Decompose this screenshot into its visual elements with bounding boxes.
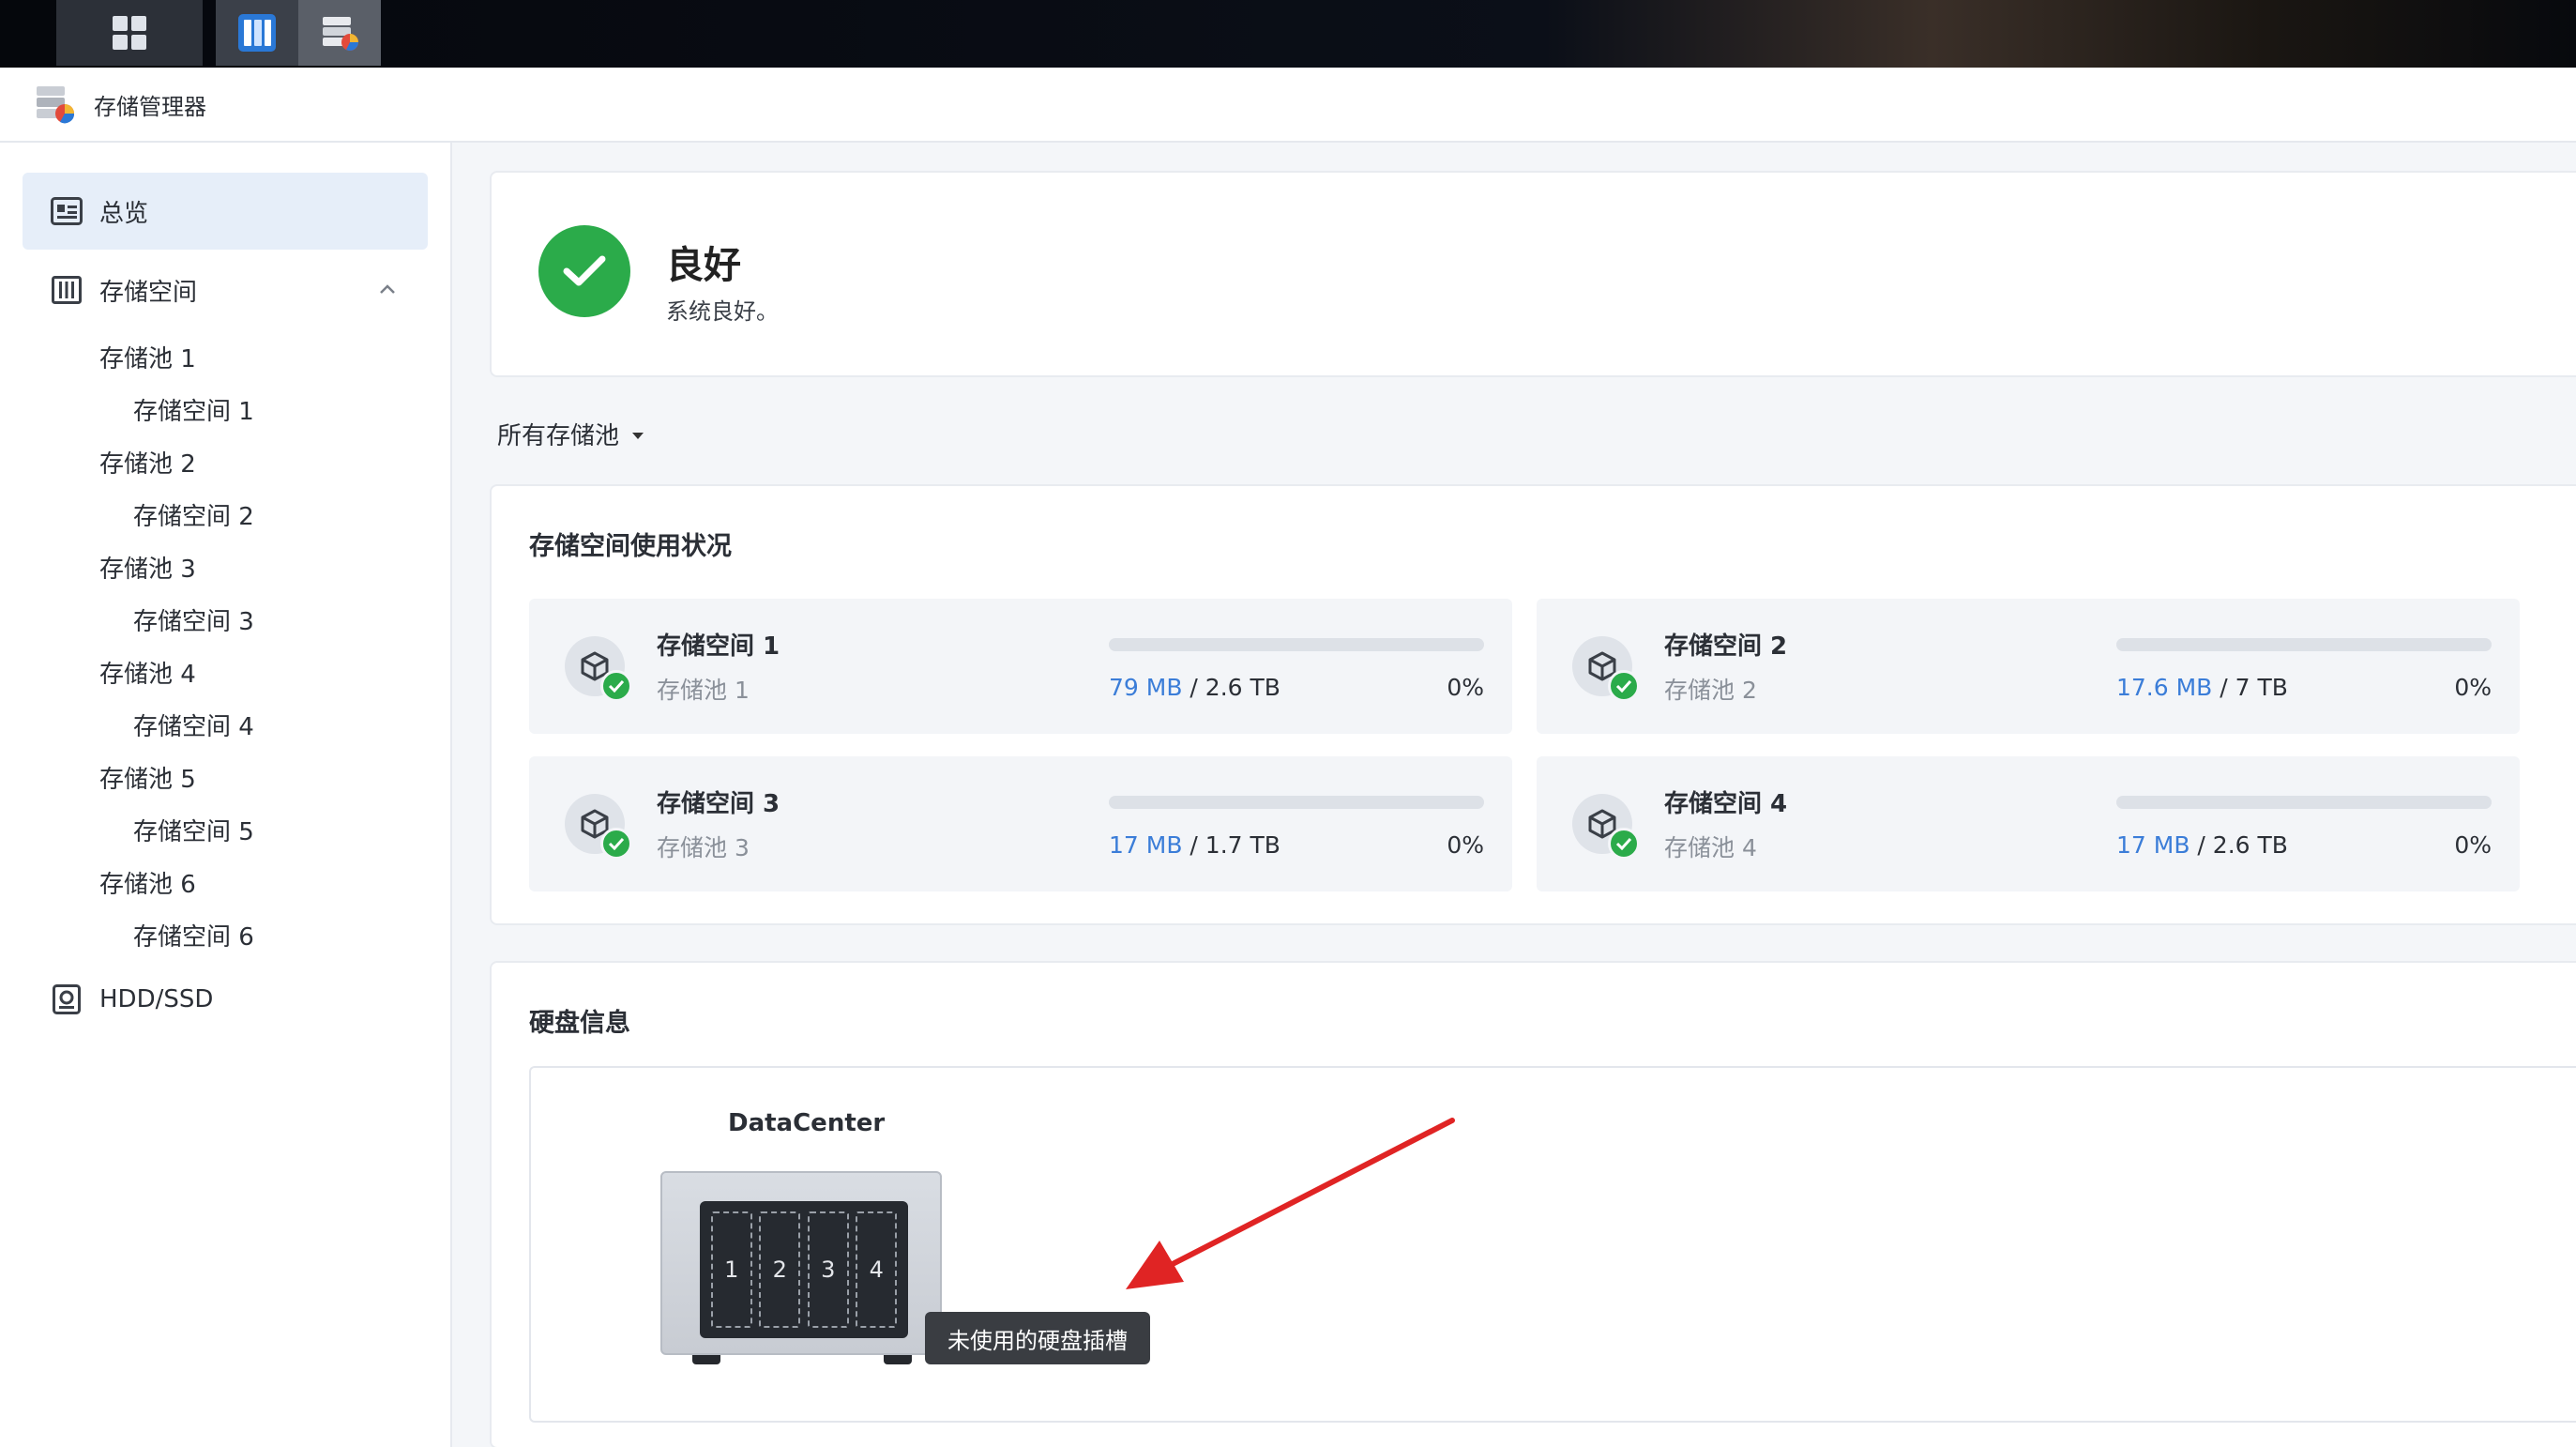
sidebar-item-label: 总览 bbox=[99, 199, 149, 228]
volume-card-2[interactable]: 存储空间 2 存储池 2 17.6 MB / 7 TB 0% bbox=[1537, 599, 2520, 734]
volume-name: 存储空间 4 bbox=[1664, 790, 1788, 818]
disk-info-card: 硬盘信息 DataCenter 1 2 3 4 未使用的硬盘插槽 bbox=[490, 961, 2576, 1447]
usage-progress-bar bbox=[2116, 638, 2492, 651]
sidebar-item-volume-4[interactable]: 存储空间 4 bbox=[133, 708, 254, 742]
device-name: DataCenter bbox=[728, 1109, 886, 1137]
status-message: 系统良好。 bbox=[666, 298, 779, 325]
taskbar-app-storage-manager[interactable] bbox=[298, 0, 381, 66]
volume-card-3[interactable]: 存储空间 3 存储池 3 17 MB / 1.7 TB 0% bbox=[529, 756, 1512, 891]
total-size: / 1.7 TB bbox=[1182, 831, 1280, 859]
storage-usage-card: 存储空间使用状况 存储空间 1 存储池 1 79 MB / 2.6 TB 0% … bbox=[490, 484, 2576, 925]
system-status-card: 良好 系统良好。 bbox=[490, 171, 2576, 377]
used-size: 17.6 MB bbox=[2116, 674, 2213, 701]
check-circle-icon bbox=[538, 225, 630, 317]
volume-name: 存储空间 1 bbox=[657, 632, 780, 661]
nas-device-illustration: 1 2 3 4 bbox=[660, 1171, 942, 1364]
volume-pool: 存储池 4 bbox=[1664, 834, 1757, 861]
nas-front-panel: 1 2 3 4 bbox=[700, 1201, 908, 1338]
pool-filter-dropdown[interactable]: 所有存储池 bbox=[497, 417, 644, 451]
sidebar-item-pool-2[interactable]: 存储池 2 bbox=[99, 445, 196, 480]
usage-percent: 0% bbox=[2454, 674, 2492, 701]
sidebar-item-pool-3[interactable]: 存储池 3 bbox=[99, 550, 196, 585]
sidebar-item-pool-5[interactable]: 存储池 5 bbox=[99, 760, 196, 795]
main-menu-button[interactable] bbox=[56, 0, 203, 66]
sidebar-item-overview[interactable]: 总览 bbox=[23, 173, 428, 250]
volume-pool: 存储池 2 bbox=[1664, 677, 1757, 704]
usage-progress-bar bbox=[2116, 796, 2492, 809]
usage-percent: 0% bbox=[2454, 831, 2492, 859]
usage-progress-bar bbox=[1109, 796, 1484, 809]
total-size: / 2.6 TB bbox=[2190, 831, 2288, 859]
sidebar-item-volume-1[interactable]: 存储空间 1 bbox=[133, 392, 254, 427]
taskbar-app-package-center[interactable] bbox=[216, 0, 298, 66]
check-circle-icon bbox=[1608, 828, 1640, 860]
sidebar-item-storage[interactable]: 存储空间 bbox=[23, 251, 428, 328]
status-title: 良好 bbox=[666, 244, 741, 287]
sidebar-item-volume-6[interactable]: 存储空间 6 bbox=[133, 918, 254, 952]
disk-slot-1[interactable]: 1 bbox=[710, 1211, 752, 1328]
disk-slot-3[interactable]: 3 bbox=[807, 1211, 849, 1328]
volume-name: 存储空间 2 bbox=[1664, 632, 1788, 661]
unused-slot-tooltip: 未使用的硬盘插槽 bbox=[925, 1312, 1150, 1364]
sidebar-item-label: HDD/SSD bbox=[99, 985, 214, 1013]
volume-pool: 存储池 3 bbox=[657, 834, 750, 861]
sidebar-item-pool-4[interactable]: 存储池 4 bbox=[99, 655, 196, 690]
volume-card-4[interactable]: 存储空间 4 存储池 4 17 MB / 2.6 TB 0% bbox=[1537, 756, 2520, 891]
nas-foot bbox=[884, 1355, 912, 1364]
used-size: 17 MB bbox=[1109, 831, 1183, 859]
main-content: 良好 系统良好。 所有存储池 存储空间使用状况 存储空间 1 存储池 1 79 … bbox=[454, 143, 2576, 1447]
volume-name: 存储空间 3 bbox=[657, 790, 780, 818]
total-size: / 2.6 TB bbox=[1182, 674, 1280, 701]
sidebar-item-hdd-ssd[interactable]: HDD/SSD bbox=[23, 961, 428, 1038]
sidebar-item-volume-5[interactable]: 存储空间 5 bbox=[133, 813, 254, 847]
nas-foot bbox=[692, 1355, 720, 1364]
storage-manager-icon bbox=[37, 86, 75, 124]
volume-size: 17 MB / 1.7 TB bbox=[1109, 831, 1280, 859]
sidebar-item-label: 存储空间 bbox=[99, 278, 198, 307]
app-window-icon bbox=[238, 14, 276, 52]
sidebar-item-volume-3[interactable]: 存储空间 3 bbox=[133, 602, 254, 637]
sidebar-item-pool-1[interactable]: 存储池 1 bbox=[99, 340, 196, 374]
sidebar-item-volume-2[interactable]: 存储空间 2 bbox=[133, 497, 254, 532]
used-size: 17 MB bbox=[2116, 831, 2190, 859]
volume-pool: 存储池 1 bbox=[657, 677, 750, 704]
volume-size: 17.6 MB / 7 TB bbox=[2116, 674, 2288, 701]
disk-info-panel: DataCenter 1 2 3 4 未使用的硬盘插槽 bbox=[529, 1066, 2576, 1423]
disk-slot-4[interactable]: 4 bbox=[856, 1211, 898, 1328]
used-size: 79 MB bbox=[1109, 674, 1183, 701]
sidebar: 总览 存储空间 存储池 1 存储空间 1 存储池 2 存储空间 2 存储池 3 … bbox=[0, 143, 452, 1447]
usage-percent: 0% bbox=[1447, 674, 1484, 701]
storage-space-icon bbox=[51, 274, 83, 306]
taskbar bbox=[0, 0, 2576, 68]
check-circle-icon bbox=[1608, 670, 1640, 702]
check-circle-icon bbox=[600, 828, 632, 860]
usage-section-title: 存储空间使用状况 bbox=[529, 532, 732, 561]
volume-size: 79 MB / 2.6 TB bbox=[1109, 674, 1280, 701]
disk-slot-2[interactable]: 2 bbox=[759, 1211, 801, 1328]
check-circle-icon bbox=[600, 670, 632, 702]
overview-icon bbox=[51, 195, 83, 227]
pool-filter-label: 所有存储池 bbox=[497, 422, 620, 450]
volume-card-1[interactable]: 存储空间 1 存储池 1 79 MB / 2.6 TB 0% bbox=[529, 599, 1512, 734]
caret-down-icon bbox=[632, 433, 644, 439]
hard-disk-icon bbox=[51, 983, 83, 1015]
app-header: 存储管理器 bbox=[0, 68, 2576, 143]
chevron-up-icon[interactable] bbox=[375, 278, 400, 302]
app-title: 存储管理器 bbox=[94, 93, 206, 120]
disk-section-title: 硬盘信息 bbox=[529, 1009, 630, 1038]
usage-percent: 0% bbox=[1447, 831, 1484, 859]
storage-manager-icon bbox=[323, 17, 358, 51]
usage-progress-bar bbox=[1109, 638, 1484, 651]
sidebar-item-pool-6[interactable]: 存储池 6 bbox=[99, 865, 196, 900]
volume-size: 17 MB / 2.6 TB bbox=[2116, 831, 2288, 859]
total-size: / 7 TB bbox=[2212, 674, 2288, 701]
grid-icon bbox=[113, 16, 146, 50]
